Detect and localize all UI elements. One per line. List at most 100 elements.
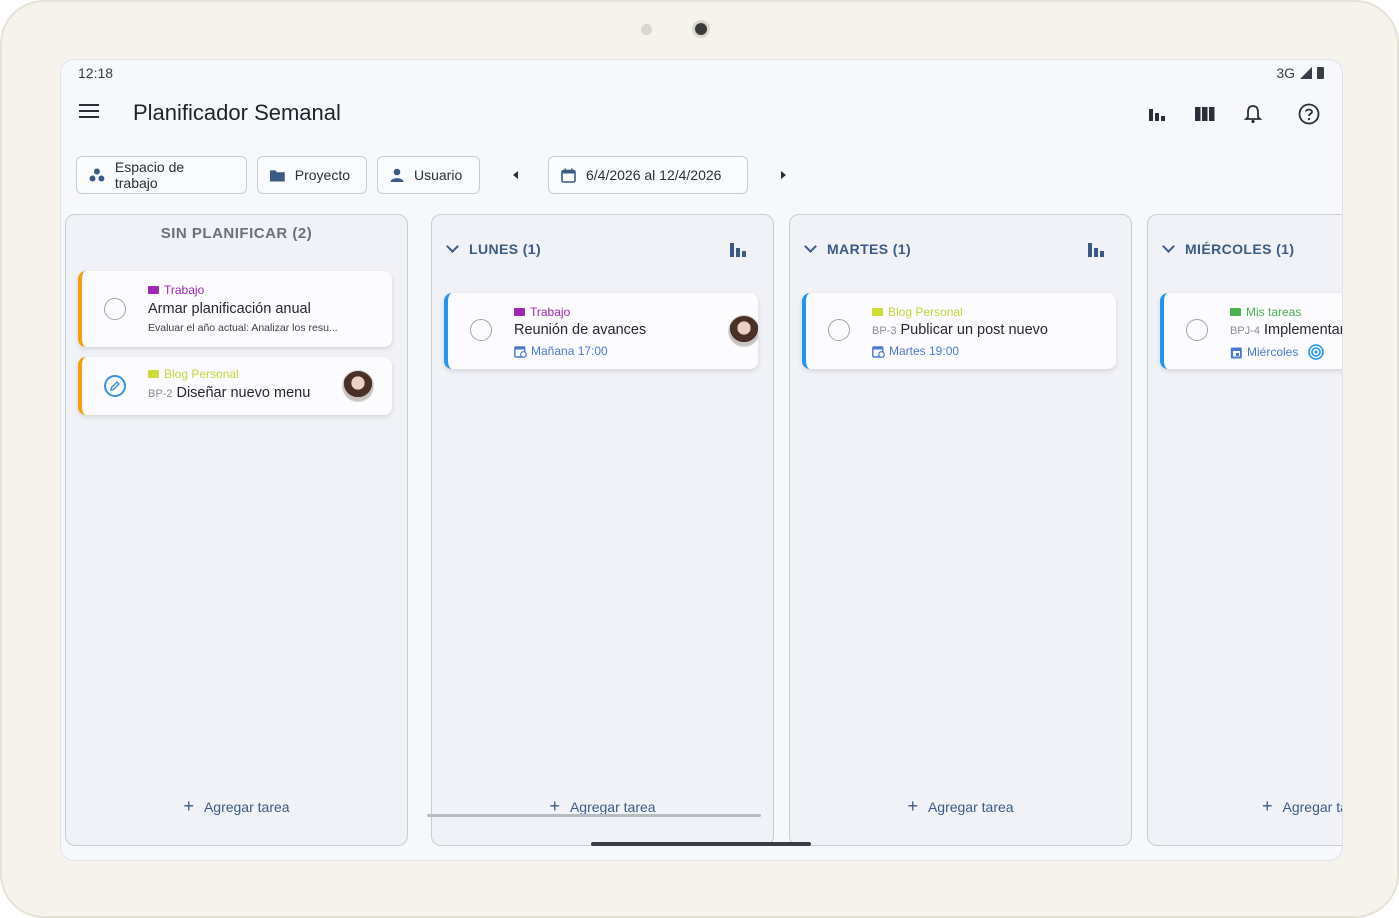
project-filter-label: Proyecto	[294, 167, 350, 183]
next-week-icon[interactable]	[776, 168, 790, 182]
add-task-label: Agregar tarea	[1282, 799, 1342, 815]
complete-task-radio[interactable]	[1186, 319, 1208, 341]
task-due-date: Miércoles	[1230, 344, 1325, 360]
bar-chart-icon[interactable]	[1143, 100, 1171, 128]
network-type: 3G	[1276, 65, 1295, 81]
columns-icon[interactable]	[1191, 100, 1219, 128]
screen: 12:18 3G Planificador Semanal Espacio de…	[60, 59, 1343, 861]
column-header[interactable]: LUNES (1)	[446, 240, 542, 257]
add-task-button[interactable]: + Agregar tarea	[790, 796, 1131, 816]
task-card[interactable]: Mis tareas BPJ-4 Implementar Miércoles	[1160, 293, 1343, 369]
task-project-label: Blog Personal	[888, 305, 963, 319]
task-key: BP-2	[148, 388, 173, 400]
folder-icon	[514, 308, 525, 316]
column-title: LUNES (1)	[469, 241, 542, 257]
bar-chart-icon[interactable]	[1087, 241, 1105, 257]
task-card[interactable]: Blog Personal BP-3 Publicar un post nuevo…	[802, 293, 1116, 369]
task-card[interactable]: Trabajo Armar planificación anual Evalua…	[78, 271, 392, 347]
add-task-button[interactable]: + Agregar tarea	[66, 796, 407, 816]
avatar	[342, 370, 374, 402]
bar-chart-icon[interactable]	[729, 241, 747, 257]
task-project: Trabajo	[148, 283, 204, 297]
page-title: Planificador Semanal	[133, 100, 341, 125]
workspace-icon	[89, 168, 105, 182]
user-filter-label: Usuario	[414, 167, 463, 183]
task-name: BPJ-4 Implementar	[1230, 322, 1343, 338]
folder-icon	[270, 169, 285, 181]
date-range-label: 6/4/2026 al 12/4/2026	[586, 167, 722, 183]
task-name: Armar planificación anual	[148, 301, 311, 317]
home-indicator[interactable]	[591, 842, 811, 846]
complete-task-radio[interactable]	[104, 298, 126, 320]
bell-icon[interactable]	[1239, 100, 1267, 128]
chevron-down-icon	[804, 240, 817, 253]
task-due-date-label: Martes 19:00	[889, 344, 960, 358]
folder-icon	[148, 286, 159, 294]
folder-icon	[148, 370, 159, 378]
battery-icon	[1317, 67, 1324, 79]
edit-task-icon[interactable]	[104, 375, 126, 397]
column-title: SIN PLANIFICAR (2)	[160, 225, 313, 242]
previous-week-icon[interactable]	[509, 168, 523, 182]
task-due-date-label: Mañana 17:00	[531, 344, 608, 358]
plus-icon: +	[183, 796, 194, 816]
plus-icon: +	[907, 796, 918, 816]
complete-task-radio[interactable]	[470, 319, 492, 341]
column-header[interactable]: MARTES (1)	[804, 240, 912, 257]
calendar-clock-icon	[514, 345, 527, 358]
workspace-filter-label: Espacio de trabajo	[114, 159, 185, 191]
task-description: Evaluar el año actual: Analizar los resu…	[148, 322, 338, 334]
menu-icon[interactable]	[79, 104, 99, 120]
column-wednesday: MIÉRCOLES (1) Mis tareas BPJ-4 Implementa…	[1147, 214, 1343, 846]
folder-icon	[1230, 308, 1241, 316]
add-task-button[interactable]: + Agregar tarea	[1148, 796, 1342, 816]
person-icon	[390, 168, 404, 182]
column-title: MIÉRCOLES (1)	[1185, 241, 1295, 257]
filter-bar: Espacio de trabajo Proyecto Usuario 6/4/…	[61, 156, 1342, 196]
task-project-label: Mis tareas	[1246, 305, 1302, 319]
task-project: Trabajo	[514, 305, 570, 319]
avatar	[728, 315, 758, 347]
target-icon	[1308, 344, 1325, 360]
plus-icon: +	[1262, 796, 1273, 816]
help-icon[interactable]	[1295, 100, 1323, 128]
date-range-button[interactable]: 6/4/2026 al 12/4/2026	[548, 156, 748, 194]
camera	[692, 20, 710, 38]
task-project: Mis tareas	[1230, 305, 1301, 319]
task-name-label: Implementar	[1263, 322, 1343, 338]
signal-icon	[1300, 67, 1312, 79]
task-key: BP-3	[872, 325, 897, 337]
folder-icon	[872, 308, 883, 316]
task-project-label: Trabajo	[530, 305, 571, 319]
status-bar: 12:18 3G	[61, 60, 1342, 86]
status-signal: 3G	[1276, 65, 1324, 81]
task-card[interactable]: Blog Personal BP-2 Diseñar nuevo menu	[78, 357, 392, 415]
task-name: BP-3 Publicar un post nuevo	[872, 322, 1048, 338]
calendar-icon	[561, 168, 576, 183]
workspace-filter-button[interactable]: Espacio de trabajo	[76, 156, 247, 194]
tablet-frame: 12:18 3G Planificador Semanal Espacio de…	[0, 0, 1399, 918]
user-filter-button[interactable]: Usuario	[377, 156, 480, 194]
app-bar: Planificador Semanal	[61, 86, 1342, 142]
column-title: MARTES (1)	[827, 241, 912, 257]
chevron-down-icon	[1162, 240, 1175, 253]
add-task-label: Agregar tarea	[927, 799, 1014, 815]
add-task-button[interactable]: + Agregar tarea	[432, 797, 773, 815]
calendar-clock-icon	[872, 345, 885, 358]
task-key: BPJ-4	[1230, 325, 1260, 337]
task-project-label: Blog Personal	[164, 367, 239, 381]
task-due-date: Martes 19:00	[872, 344, 959, 358]
column-header[interactable]: MIÉRCOLES (1)	[1162, 240, 1295, 257]
add-task-label: Agregar tarea	[569, 799, 656, 815]
task-card[interactable]: Trabajo Reunión de avances Mañana 17:00	[444, 293, 758, 369]
column-monday: LUNES (1) Trabajo Reunión de avances Mañ…	[431, 214, 774, 846]
horizontal-scrollbar[interactable]	[427, 814, 761, 817]
task-project: Blog Personal	[872, 305, 963, 319]
column-unplanned: SIN PLANIFICAR (2) Trabajo Armar planifi…	[65, 214, 408, 846]
task-project: Blog Personal	[148, 367, 239, 381]
task-name-label: Diseñar nuevo menu	[176, 385, 311, 401]
complete-task-radio[interactable]	[828, 319, 850, 341]
project-filter-button[interactable]: Proyecto	[257, 156, 367, 194]
task-project-label: Trabajo	[164, 283, 205, 297]
chevron-down-icon	[446, 240, 459, 253]
